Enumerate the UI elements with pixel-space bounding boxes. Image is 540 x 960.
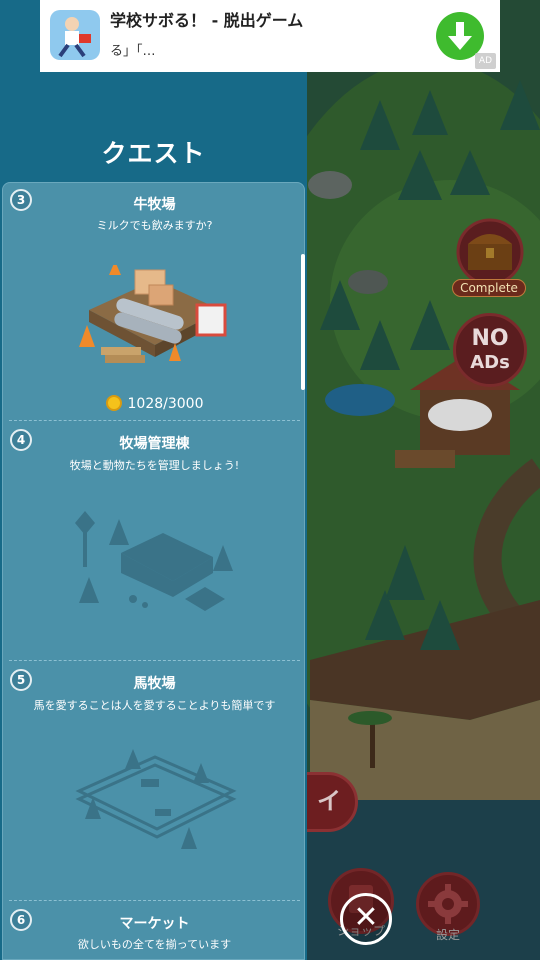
coin-icon [105, 395, 122, 411]
no-ads-button[interactable]: NO ADs [453, 313, 527, 387]
quest-description: 馬を愛することは人を愛することよりも簡単です [33, 699, 276, 712]
quest-card-5[interactable]: 5 馬牧場 馬を愛することは人を愛することよりも簡単です [3, 661, 304, 901]
quest-name: 牛牧場 [133, 197, 176, 213]
quest-list-scrollbar[interactable] [301, 254, 305, 390]
quest-panel: クエスト 3 牛牧場 ミルクでも飲みますか? 1028/3000 4 牧場管理棟… [0, 0, 307, 960]
complete-label[interactable]: Complete [452, 279, 526, 297]
play-button[interactable]: イ [300, 772, 358, 832]
close-button[interactable]: ✕ [340, 893, 392, 945]
settings-label: 設定 [435, 928, 460, 942]
quest-card-4[interactable]: 4 牧場管理棟 牧場と動物たちを管理しましょう! [3, 421, 304, 661]
panel-title: クエスト [101, 139, 206, 168]
horse-pen-silhouette-icon [75, 739, 237, 861]
quest-card-6[interactable]: 6 マーケット 欲しいもの全てを揃っています [3, 901, 304, 959]
ad-title[interactable]: 学校サボる！ - 脱出ゲーム [110, 7, 303, 31]
farm-house-silhouette-icon [73, 507, 239, 621]
quest-description: ミルクでも飲みますか? [96, 219, 213, 232]
ad-description[interactable]: る」「… [110, 40, 156, 59]
ad-app-icon[interactable] [50, 10, 100, 60]
quest-card-3[interactable]: 3 牛牧場 ミルクでも飲みますか? 1028/3000 [3, 183, 304, 421]
quest-description: 牧場と動物たちを管理しましょう! [69, 459, 240, 472]
gear-icon [428, 884, 468, 924]
quest-name: マーケット [119, 916, 190, 932]
quest-progress-value: 1028/3000 [127, 396, 204, 412]
no-ads-label-2: ADs [470, 352, 510, 373]
quest-list[interactable]: 3 牛牧場 ミルクでも飲みますか? 1028/3000 4 牧場管理棟 牧場と動… [2, 182, 305, 960]
quest-progress: 1028/3000 [3, 395, 304, 412]
construction-site-icon [79, 261, 231, 381]
no-ads-label-1: NO [471, 326, 509, 351]
quest-name: 牧場管理棟 [119, 436, 190, 452]
quest-name: 馬牧場 [133, 676, 176, 692]
quest-description: 欲しいもの全てを揃っています [77, 938, 232, 951]
ad-badge: AD [474, 53, 496, 69]
ad-banner[interactable]: 学校サボる！ - 脱出ゲーム る」「… AD [40, 0, 500, 72]
